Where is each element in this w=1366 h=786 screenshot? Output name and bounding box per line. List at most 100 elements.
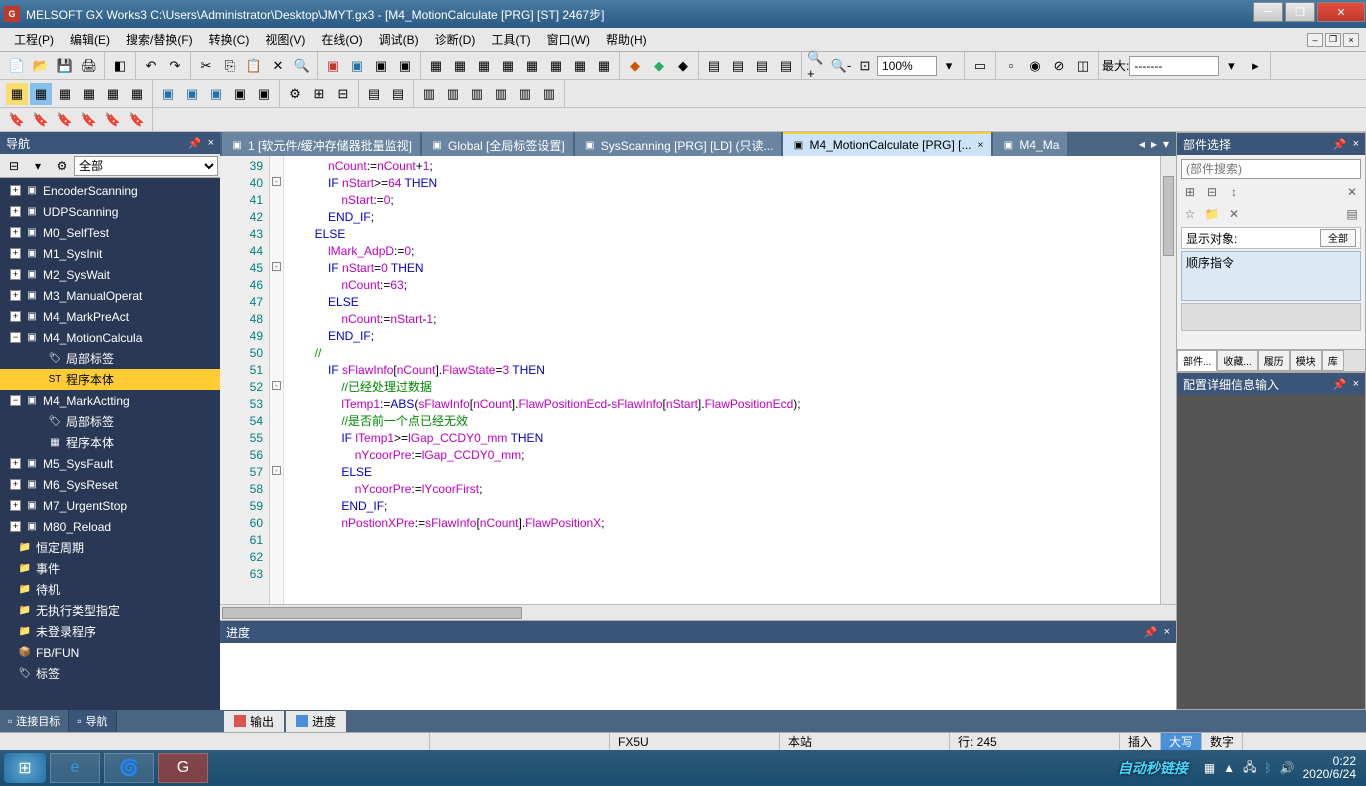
- redo-icon[interactable]: ↷: [164, 55, 186, 77]
- menu-item[interactable]: 转换(C): [201, 29, 258, 50]
- expand-icon[interactable]: +: [10, 311, 21, 322]
- tree-item[interactable]: 🏷局部标签: [0, 411, 220, 432]
- nav-menu-icon[interactable]: ▾: [27, 156, 49, 176]
- collapse-icon[interactable]: −: [10, 395, 21, 406]
- parts-close-icon[interactable]: ×: [1353, 138, 1359, 150]
- list-icon[interactable]: ▤: [1343, 205, 1361, 223]
- nav-bottom-tab[interactable]: ▫导航: [69, 710, 116, 732]
- st1-icon[interactable]: ▤: [363, 83, 385, 105]
- lad5-icon[interactable]: ▦: [102, 83, 124, 105]
- monitor4-icon[interactable]: ▦: [497, 55, 519, 77]
- monitor3-icon[interactable]: ▦: [473, 55, 495, 77]
- dev3-icon[interactable]: ▤: [751, 55, 773, 77]
- config-close-icon[interactable]: ×: [1353, 378, 1359, 390]
- paste-icon[interactable]: 📋: [243, 55, 265, 77]
- tab-menu-icon[interactable]: ▾: [1160, 137, 1172, 151]
- monitor8-icon[interactable]: ▦: [593, 55, 615, 77]
- horizontal-scrollbar[interactable]: [220, 604, 1176, 620]
- cfg3-icon[interactable]: ⊟: [332, 83, 354, 105]
- parts-pin-icon[interactable]: 📌: [1333, 138, 1347, 151]
- doc-tab[interactable]: ▣SysScanning [PRG] [LD] (只读...: [575, 132, 782, 156]
- expand-icon[interactable]: +: [10, 248, 21, 259]
- opt1-icon[interactable]: ▫: [1000, 55, 1022, 77]
- pin-icon[interactable]: 📌: [188, 137, 202, 150]
- menu-item[interactable]: 编辑(E): [62, 29, 118, 50]
- tree-item[interactable]: +▣M3_ManualOperat: [0, 285, 220, 306]
- task-app1-icon[interactable]: 🌀: [104, 753, 154, 783]
- menu-item[interactable]: 诊断(D): [427, 29, 484, 50]
- output-tab[interactable]: 进度: [286, 711, 346, 732]
- tree-item[interactable]: 📁待机: [0, 579, 220, 600]
- display-all-dd[interactable]: 全部: [1320, 229, 1356, 247]
- tree-item[interactable]: +▣EncoderScanning: [0, 180, 220, 201]
- menu-item[interactable]: 工程(P): [6, 29, 62, 50]
- tree-item[interactable]: +▣M5_SysFault: [0, 453, 220, 474]
- tab-prev-icon[interactable]: ◂: [1136, 137, 1148, 151]
- folder-icon[interactable]: 📁: [1203, 205, 1221, 223]
- find-icon[interactable]: 🔍: [291, 55, 313, 77]
- dev-d-icon[interactable]: ▣: [229, 83, 251, 105]
- write-plc-icon[interactable]: ▣: [322, 55, 344, 77]
- nav-bottom-tab[interactable]: ▫连接目标: [0, 710, 69, 732]
- delete-icon[interactable]: ✕: [267, 55, 289, 77]
- progress-close-icon[interactable]: ×: [1164, 626, 1170, 638]
- open-icon[interactable]: 📂: [30, 55, 52, 77]
- tree-item[interactable]: 📁事件: [0, 558, 220, 579]
- menu-item[interactable]: 窗口(W): [539, 29, 598, 50]
- zoom-out-icon[interactable]: 🔍-: [830, 55, 852, 77]
- bm1-icon[interactable]: 🔖: [6, 109, 28, 131]
- menu-item[interactable]: 搜索/替换(F): [118, 29, 201, 50]
- monitor5-icon[interactable]: ▦: [521, 55, 543, 77]
- maximize-button[interactable]: ❐: [1285, 2, 1315, 22]
- expand-icon[interactable]: +: [10, 269, 21, 280]
- filter1-icon[interactable]: ⊞: [1181, 183, 1199, 201]
- tree-item[interactable]: 📁未登录程序: [0, 621, 220, 642]
- tray-up-icon[interactable]: ▲: [1223, 761, 1235, 775]
- expand-icon[interactable]: +: [10, 206, 21, 217]
- doc-tab[interactable]: ▣M4_Ma: [993, 132, 1067, 156]
- tree-item[interactable]: +▣M80_Reload: [0, 516, 220, 537]
- close-button[interactable]: ✕: [1317, 2, 1365, 22]
- parts-tab[interactable]: 部件...: [1177, 350, 1217, 371]
- parts-tab[interactable]: 收藏...: [1217, 350, 1257, 371]
- zoom-in-icon[interactable]: 🔍+: [806, 55, 828, 77]
- monitor1-icon[interactable]: ▦: [425, 55, 447, 77]
- tree-item[interactable]: +▣M1_SysInit: [0, 243, 220, 264]
- expand-icon[interactable]: +: [10, 521, 21, 532]
- doc-tab[interactable]: ▣M4_MotionCalculate [PRG] [...×: [783, 132, 991, 156]
- nav-filter-select[interactable]: 全部: [74, 156, 218, 176]
- verify-icon[interactable]: ▣: [370, 55, 392, 77]
- doc-tab[interactable]: ▣1 [软元件/缓冲存储器批量监视]: [222, 132, 420, 156]
- tree-item[interactable]: +▣M7_UrgentStop: [0, 495, 220, 516]
- tree-item[interactable]: 📁无执行类型指定: [0, 600, 220, 621]
- remote-icon[interactable]: ▣: [394, 55, 416, 77]
- lad3-icon[interactable]: ▦: [54, 83, 76, 105]
- cut-icon[interactable]: ✂: [195, 55, 217, 77]
- copy-icon[interactable]: ⎘: [219, 55, 241, 77]
- mon-f-icon[interactable]: ▥: [538, 83, 560, 105]
- tray-vol-icon[interactable]: 🔊: [1280, 761, 1295, 775]
- monitor2-icon[interactable]: ▦: [449, 55, 471, 77]
- tree-item[interactable]: 📁恒定周期: [0, 537, 220, 558]
- tab-close-icon[interactable]: ×: [978, 140, 984, 151]
- parts-tab[interactable]: 模块: [1290, 350, 1322, 371]
- read-plc-icon[interactable]: ▣: [346, 55, 368, 77]
- sim2-icon[interactable]: ◆: [648, 55, 670, 77]
- fold-icon[interactable]: -: [272, 381, 281, 390]
- mdi-close[interactable]: ×: [1343, 33, 1359, 47]
- dev2-icon[interactable]: ▤: [727, 55, 749, 77]
- menu-item[interactable]: 在线(O): [313, 29, 370, 50]
- bm6-icon[interactable]: 🔖: [126, 109, 148, 131]
- menu-item[interactable]: 调试(B): [371, 29, 427, 50]
- tree-item[interactable]: 🏷标签: [0, 663, 220, 684]
- tree-item[interactable]: −▣M4_MarkActting: [0, 390, 220, 411]
- start-button[interactable]: ⊞: [4, 753, 46, 783]
- sim3-icon[interactable]: ◆: [672, 55, 694, 77]
- expand-icon[interactable]: +: [10, 290, 21, 301]
- fav-icon[interactable]: ☆: [1181, 205, 1199, 223]
- nav-collapse-icon[interactable]: ⊟: [3, 156, 25, 176]
- tree-item[interactable]: 🏷局部标签: [0, 348, 220, 369]
- lad1-icon[interactable]: ▦: [6, 83, 28, 105]
- mon-d-icon[interactable]: ▥: [490, 83, 512, 105]
- bm4-icon[interactable]: 🔖: [78, 109, 100, 131]
